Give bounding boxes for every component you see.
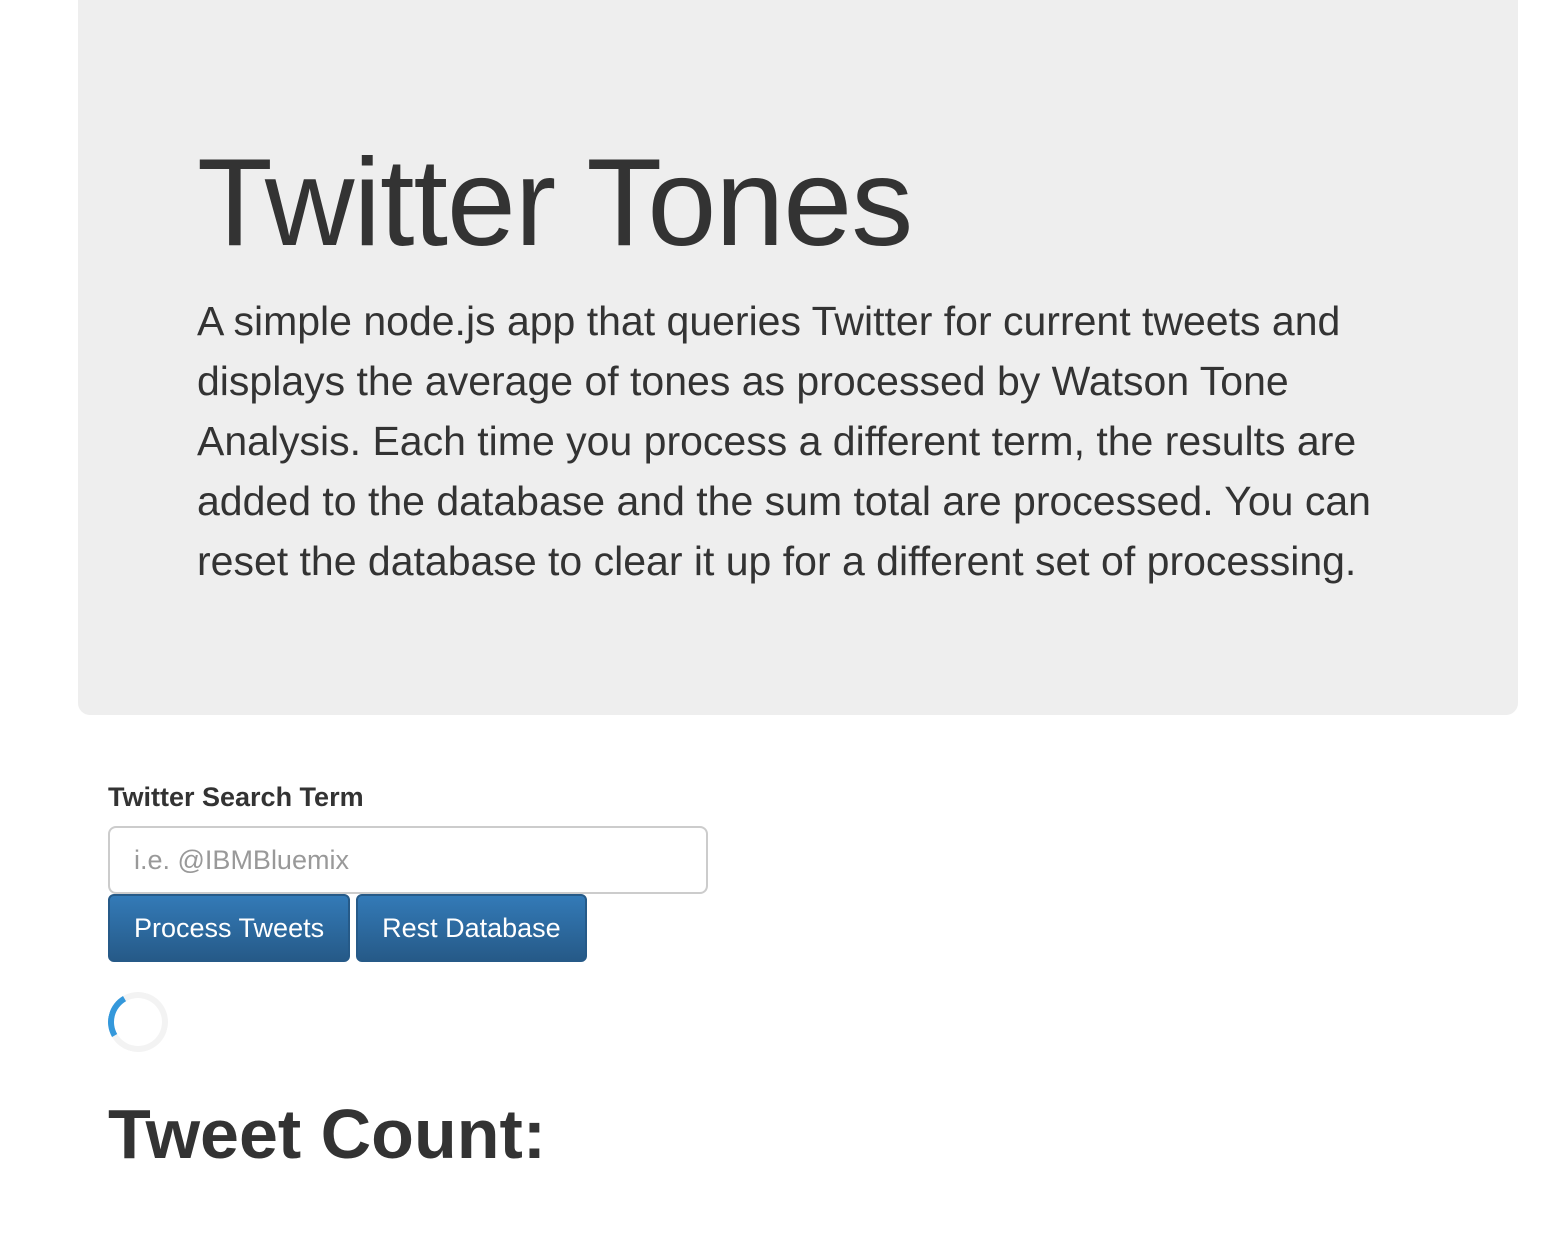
search-term-label: Twitter Search Term <box>108 782 364 812</box>
app-description: A simple node.js app that queries Twitte… <box>197 298 1371 584</box>
tweet-count-heading: Tweet Count: <box>108 1095 547 1173</box>
reset-database-button[interactable]: Rest Database <box>356 894 587 962</box>
jumbotron: Twitter Tones A simple node.js app that … <box>78 0 1518 715</box>
button-row: Process Tweets Rest Database <box>108 894 728 962</box>
spinner-icon <box>101 985 175 1059</box>
search-input[interactable] <box>108 826 708 894</box>
page-title: Twitter Tones <box>197 134 913 272</box>
process-tweets-button[interactable]: Process Tweets <box>108 894 351 962</box>
search-form: Twitter Search Term Process Tweets Rest … <box>108 780 728 962</box>
